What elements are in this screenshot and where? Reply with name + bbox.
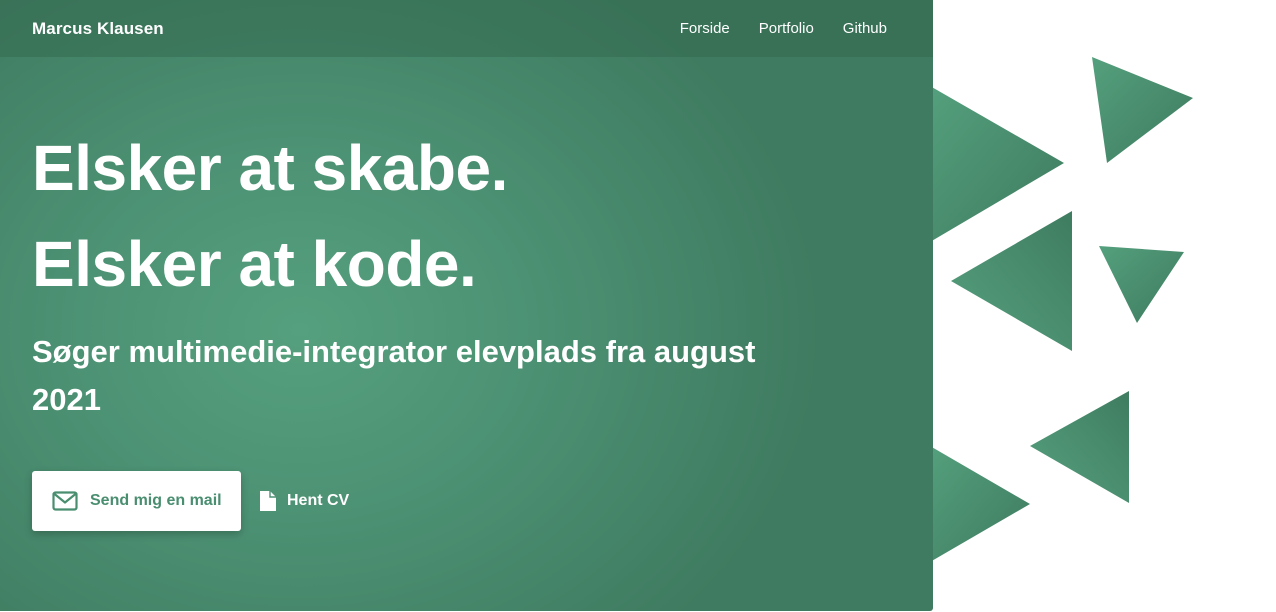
navbar: Marcus Klausen Forside Portfolio Github bbox=[0, 0, 933, 57]
hero-actions: Send mig en mail Hent CV bbox=[32, 471, 349, 531]
triangle-shape bbox=[930, 446, 1030, 562]
file-icon bbox=[259, 490, 277, 512]
hero-subtitle: Søger multimedie-integrator elevplads fr… bbox=[32, 334, 756, 417]
triangle-shape bbox=[1030, 391, 1129, 503]
hero-section: Marcus Klausen Forside Portfolio Github … bbox=[0, 0, 933, 611]
page: Marcus Klausen Forside Portfolio Github … bbox=[0, 0, 1276, 612]
mail-icon bbox=[52, 491, 78, 511]
brand-name[interactable]: Marcus Klausen bbox=[32, 19, 164, 39]
send-mail-button[interactable]: Send mig en mail bbox=[32, 471, 241, 531]
triangle-shape bbox=[930, 86, 1064, 242]
headline-create: Elsker at skabe. bbox=[32, 132, 508, 204]
triangle-shape bbox=[951, 211, 1072, 351]
nav-link-forside[interactable]: Forside bbox=[680, 20, 730, 37]
nav-links: Forside Portfolio Github bbox=[680, 20, 901, 37]
triangle-shape bbox=[1092, 57, 1193, 163]
triangle-shape bbox=[1099, 246, 1184, 323]
nav-link-github[interactable]: Github bbox=[843, 20, 887, 37]
send-mail-label: Send mig en mail bbox=[90, 492, 222, 509]
headline-code: Elsker at kode. bbox=[32, 228, 477, 300]
download-cv-label: Hent CV bbox=[287, 492, 350, 509]
download-cv-button[interactable]: Hent CV bbox=[259, 490, 349, 512]
nav-link-portfolio[interactable]: Portfolio bbox=[759, 20, 814, 37]
